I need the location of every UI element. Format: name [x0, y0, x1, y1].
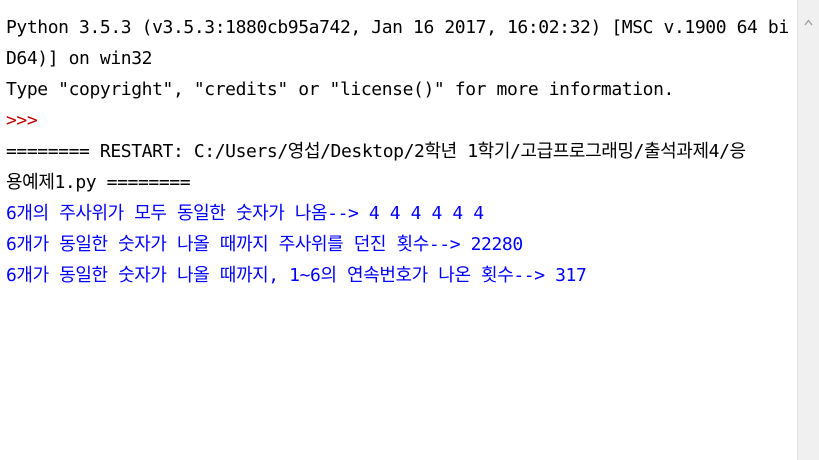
- output-line: 6개가 동일한 숫자가 나올 때까지, 1~6의 연속번호가 나온 횟수--> …: [6, 265, 587, 286]
- scrollbar-track[interactable]: [798, 44, 819, 460]
- scroll-up-button[interactable]: [798, 0, 819, 44]
- vertical-scrollbar[interactable]: [797, 0, 819, 460]
- shell-prompt: >>>: [6, 110, 38, 131]
- output-line: 6개의 주사위가 모두 동일한 숫자가 나옴--> 4 4 4 4 4 4: [6, 203, 484, 224]
- input-line[interactable]: >>>: [6, 291, 789, 322]
- chevron-up-icon: [804, 18, 813, 26]
- output-line: 6개가 동일한 숫자가 나올 때까지 주사위를 던진 횟수--> 22280: [6, 234, 523, 255]
- banner-line: Type "copyright", "credits" or "license(…: [6, 79, 674, 100]
- shell-output[interactable]: Python 3.5.3 (v3.5.3:1880cb95a742, Jan 1…: [6, 12, 789, 322]
- restart-line: ======== RESTART: C:/Users/영섭/Desktop/2학…: [6, 141, 746, 162]
- banner-line: D64)] on win32: [6, 48, 153, 69]
- python-shell-window[interactable]: Python 3.5.3 (v3.5.3:1880cb95a742, Jan 1…: [0, 0, 797, 460]
- restart-line: 용예제1.py ========: [6, 172, 191, 193]
- banner-line: Python 3.5.3 (v3.5.3:1880cb95a742, Jan 1…: [6, 17, 789, 38]
